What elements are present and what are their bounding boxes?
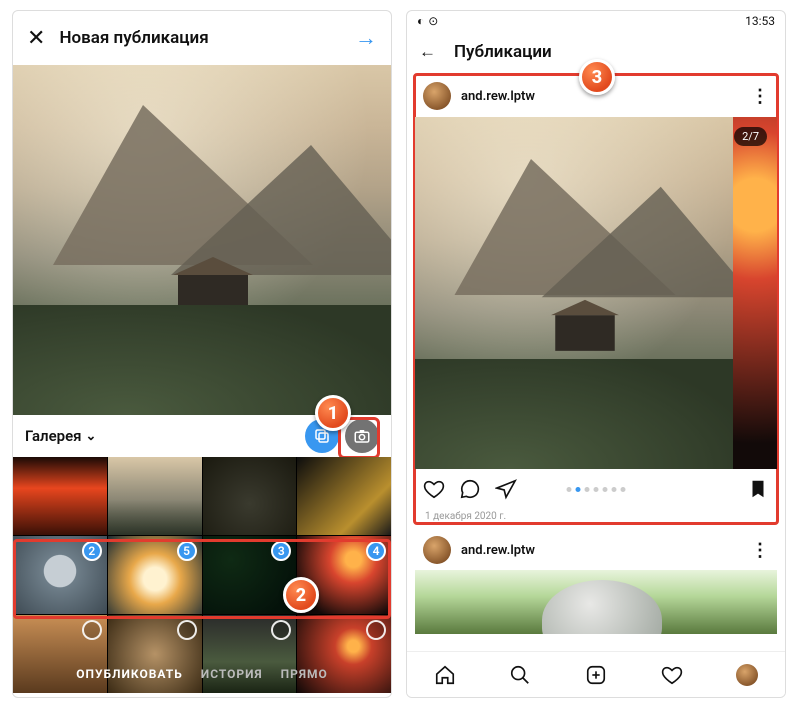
- gallery-dropdown[interactable]: Галерея: [25, 427, 82, 445]
- gallery-thumb[interactable]: 5: [108, 536, 202, 614]
- more-icon[interactable]: ⋮: [751, 540, 769, 561]
- post-date: 1 декабря 2020 г.: [415, 509, 777, 530]
- next-icon[interactable]: →: [355, 25, 377, 51]
- post-actions: [415, 469, 777, 509]
- status-time: 13:53: [745, 14, 775, 28]
- bookmark-icon[interactable]: [747, 478, 769, 500]
- home-icon[interactable]: [434, 664, 456, 686]
- feed-screen: ◐ ⊙ 13:53 ← Публикации and.rew.lptw ⋮ 2/…: [406, 10, 786, 698]
- gallery-thumb[interactable]: 2: [13, 536, 107, 614]
- feed-title: Публикации: [454, 42, 552, 62]
- new-post-icon[interactable]: [585, 664, 607, 686]
- callout-3: 3: [579, 59, 615, 95]
- post-username[interactable]: and.rew.lptw: [461, 543, 535, 558]
- next-slide-peek[interactable]: [733, 117, 777, 469]
- preview-image[interactable]: [13, 65, 391, 415]
- selection-badge: 5: [177, 541, 197, 561]
- gallery-thumb[interactable]: [13, 457, 107, 535]
- new-post-screen: ✕ Новая публикация → Галерея ⌄: [12, 10, 392, 698]
- profile-icon[interactable]: [736, 664, 758, 686]
- new-post-header: ✕ Новая публикация →: [13, 11, 391, 65]
- new-post-title: Новая публикация: [59, 28, 341, 48]
- like-icon[interactable]: [423, 478, 445, 500]
- tab-publish[interactable]: ОПУБЛИКОВАТЬ: [76, 667, 183, 681]
- back-icon[interactable]: ←: [419, 42, 436, 62]
- gallery-thumb[interactable]: [297, 457, 391, 535]
- selection-badge: 2: [82, 541, 102, 561]
- status-icon: ◐: [417, 14, 424, 28]
- status-icon: ⊙: [428, 14, 438, 28]
- mode-tabs: ОПУБЛИКОВАТЬ ИСТОРИЯ ПРЯМО: [13, 619, 391, 697]
- share-icon[interactable]: [495, 478, 517, 500]
- avatar[interactable]: [423, 536, 451, 564]
- bottom-nav: [407, 651, 785, 697]
- post-media[interactable]: 2/7: [415, 117, 777, 469]
- tab-live[interactable]: ПРЯМО: [281, 667, 328, 681]
- callout-1: 1: [315, 395, 351, 431]
- avatar[interactable]: [423, 82, 451, 110]
- next-post: and.rew.lptw ⋮: [407, 530, 785, 634]
- carousel-dots: [567, 487, 626, 492]
- gallery-thumb[interactable]: [203, 457, 297, 535]
- more-icon[interactable]: ⋮: [751, 86, 769, 107]
- post-card: and.rew.lptw ⋮ 2/7: [415, 75, 777, 530]
- post-header: and.rew.lptw ⋮: [415, 530, 777, 570]
- gallery-thumb[interactable]: 3: [203, 536, 297, 614]
- camera-icon: [353, 427, 371, 445]
- status-bar: ◐ ⊙ 13:53: [407, 11, 785, 31]
- post-media[interactable]: [415, 570, 777, 634]
- search-icon[interactable]: [509, 664, 531, 686]
- selection-badge: 3: [271, 541, 291, 561]
- callout-2: 2: [283, 577, 319, 613]
- chevron-down-icon[interactable]: ⌄: [86, 429, 97, 444]
- post-username[interactable]: and.rew.lptw: [461, 89, 535, 104]
- tab-story[interactable]: ИСТОРИЯ: [201, 667, 263, 681]
- close-icon[interactable]: ✕: [27, 26, 45, 51]
- camera-button[interactable]: [345, 419, 379, 453]
- gallery-thumb[interactable]: [108, 457, 202, 535]
- carousel-counter: 2/7: [734, 127, 767, 146]
- selection-badge: 4: [366, 541, 386, 561]
- activity-icon[interactable]: [661, 664, 683, 686]
- comment-icon[interactable]: [459, 478, 481, 500]
